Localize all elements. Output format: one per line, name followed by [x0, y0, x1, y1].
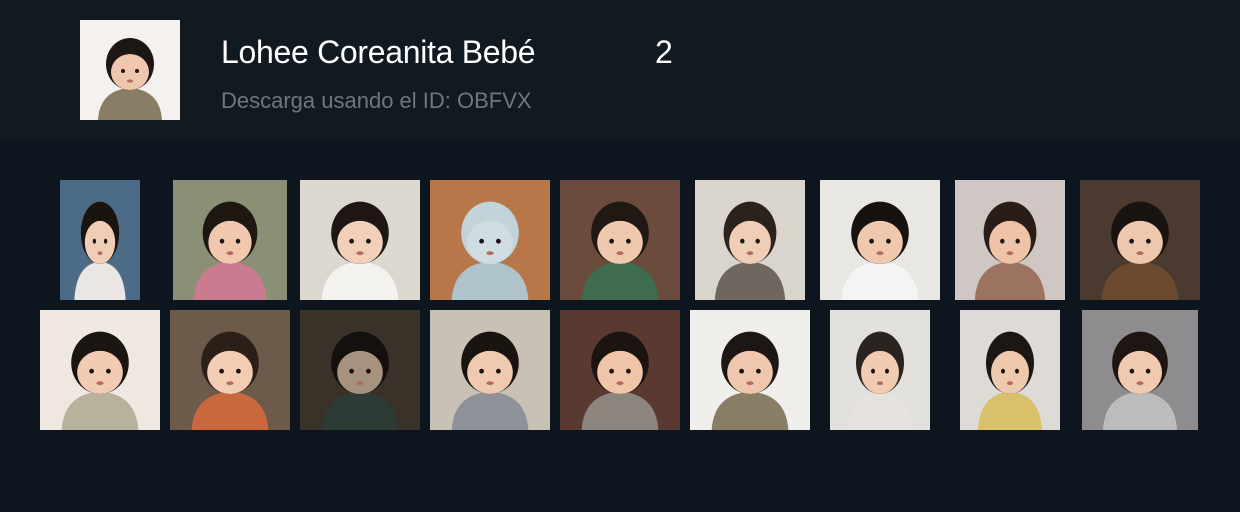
sticker-baby-striped-shirt[interactable]: [695, 180, 805, 300]
sticker-count: 2: [655, 34, 673, 70]
sticker-baby-car-seat[interactable]: [60, 180, 140, 300]
sticker-baby-dancing[interactable]: [960, 310, 1060, 430]
pack-header: Lohee Coreanita Bebé 2 Descarga usando e…: [0, 0, 1240, 141]
sticker-baby-green-dress-bench[interactable]: [560, 180, 680, 300]
sticker-baby-lying-bed[interactable]: [300, 180, 420, 300]
sticker-baby-dark-room[interactable]: [300, 310, 420, 430]
sticker-baby-hat-toy[interactable]: [830, 310, 930, 430]
sticker-baby-leather-sofa[interactable]: [1082, 310, 1198, 430]
sticker-baby-crying[interactable]: [690, 310, 810, 430]
sticker-baby-hooded-blanket[interactable]: [430, 180, 550, 300]
sticker-baby-salute[interactable]: [170, 310, 290, 430]
sticker-baby-winking[interactable]: [560, 310, 680, 430]
pack-cover-image: [80, 20, 180, 120]
sticker-baby-phone-basket[interactable]: [1080, 180, 1200, 300]
sticker-baby-curly-hair[interactable]: [955, 180, 1065, 300]
sticker-baby-covering-eyes[interactable]: [173, 180, 287, 300]
download-id-text: Descarga usando el ID: OBFVX: [221, 88, 532, 113]
sticker-baby-pouting[interactable]: [430, 310, 550, 430]
sticker-baby-bob-haircut[interactable]: [820, 180, 940, 300]
sticker-baby-surprised[interactable]: [40, 310, 160, 430]
pack-title: Lohee Coreanita Bebé: [221, 34, 536, 70]
